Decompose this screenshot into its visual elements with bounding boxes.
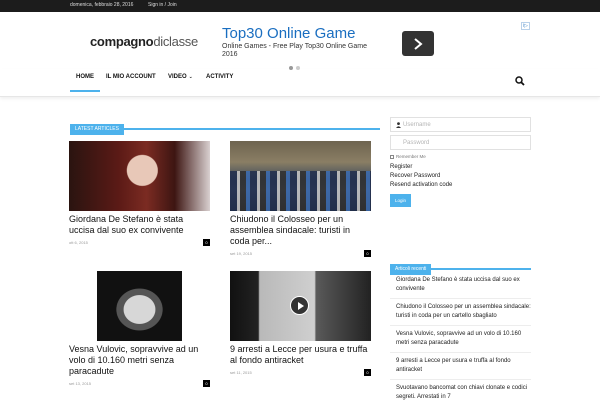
article-card: 9 arresti a Lecce per usura e truffa al …: [230, 271, 371, 376]
list-item[interactable]: 9 arresti a Lecce per usura e truffa al …: [390, 357, 531, 380]
remember-label: Remember Me: [396, 154, 426, 159]
article-date: set 13, 2015: [69, 381, 92, 386]
password-placeholder: Password: [403, 140, 430, 146]
site-logo[interactable]: compagnodiclasse: [90, 34, 198, 49]
recent-articles-heading: Articoli recenti: [390, 257, 531, 275]
chevron-down-icon: ⌄: [188, 74, 193, 80]
article-card: Chiudono il Colosseo per un assemblea si…: [230, 141, 371, 257]
article-thumbnail[interactable]: [230, 141, 371, 211]
ad-go-button[interactable]: [402, 31, 434, 56]
article-thumbnail[interactable]: [69, 141, 210, 211]
thumbnail-crowd: [230, 171, 371, 211]
article-title[interactable]: Vesna Vulovic, sopravvive ad un volo di …: [69, 344, 210, 377]
comment-count[interactable]: 0: [364, 250, 371, 257]
recent-articles-title: Articoli recenti: [390, 264, 432, 275]
recent-articles-list: Giordana De Stefano è stata uccisa dal s…: [390, 276, 531, 400]
play-icon[interactable]: [290, 296, 309, 315]
article-date: set 19, 2015: [230, 251, 253, 256]
comment-count[interactable]: 0: [203, 239, 210, 246]
nav-activity[interactable]: ACTIVITY: [206, 74, 233, 80]
comment-count[interactable]: 0: [203, 380, 210, 387]
article-title[interactable]: Chiudono il Colosseo per un assemblea si…: [230, 214, 371, 247]
current-date: domenica, febbraio 28, 2016: [70, 2, 134, 8]
login-widget: Username Password Remember Me Register R…: [390, 117, 531, 207]
header-ad[interactable]: i▷ Top30 Online Game Online Games - Free…: [220, 22, 530, 70]
main-nav: HOME IL MIO ACCOUNT VIDEO ⌄ ACTIVITY: [0, 69, 600, 97]
remember-checkbox[interactable]: [390, 154, 394, 159]
list-item[interactable]: Giordana De Stefano è stata uccisa dal s…: [390, 276, 531, 299]
comment-count[interactable]: 0: [364, 369, 371, 376]
logo-part-2: diclasse: [153, 34, 198, 49]
ad-description-line-2: 2016: [222, 51, 238, 58]
ad-choices-badge[interactable]: i▷: [521, 22, 530, 30]
list-item[interactable]: Vesna Vulovic, sopravvive ad un volo di …: [390, 330, 531, 353]
nav-home[interactable]: HOME: [70, 74, 100, 92]
recover-password-link[interactable]: Recover Password: [390, 172, 531, 181]
article-thumbnail[interactable]: [230, 271, 371, 341]
article-card: Vesna Vulovic, sopravvive ad un volo di …: [69, 271, 210, 387]
register-link[interactable]: Register: [390, 163, 531, 172]
top-bar: domenica, febbraio 28, 2016 Sign in / Jo…: [0, 0, 600, 12]
remember-me[interactable]: Remember Me: [390, 154, 531, 159]
article-date: set 11, 2015: [230, 370, 252, 375]
sign-in-link[interactable]: Sign in / Join: [148, 2, 177, 8]
article-thumbnail[interactable]: [69, 271, 210, 341]
article-card: Giordana De Stefano è stata uccisa dal s…: [69, 141, 210, 246]
thumbnail-portrait: [97, 271, 182, 341]
list-item[interactable]: Chiudono il Colosseo per un assemblea si…: [390, 303, 531, 326]
latest-articles-heading: LATEST ARTICLES: [70, 117, 380, 135]
search-icon[interactable]: [515, 76, 525, 86]
nav-video-label: VIDEO: [168, 74, 187, 80]
ad-description: Online Games - Free Play Top30 Online Ga…: [222, 43, 367, 50]
nav-my-account[interactable]: IL MIO ACCOUNT: [106, 74, 156, 80]
ad-title[interactable]: Top30 Online Game: [222, 25, 355, 42]
resend-activation-link[interactable]: Resend activation code: [390, 181, 531, 190]
recent-articles-widget: Articoli recenti Giordana De Stefano è s…: [390, 257, 531, 400]
username-placeholder: Username: [403, 122, 431, 128]
article-title[interactable]: 9 arresti a Lecce per usura e truffa al …: [230, 344, 371, 366]
login-button[interactable]: Login: [390, 194, 411, 207]
logo-part-1: compagno: [90, 34, 154, 49]
username-input[interactable]: Username: [390, 117, 531, 132]
latest-articles-title: LATEST ARTICLES: [70, 124, 124, 135]
chevron-right-icon: [414, 38, 423, 50]
nav-video[interactable]: VIDEO ⌄: [168, 74, 193, 80]
list-item[interactable]: Svuotavano bancomat con chiavi clonate e…: [390, 384, 531, 400]
article-date: ott 6, 2015: [69, 240, 88, 245]
article-title[interactable]: Giordana De Stefano è stata uccisa dal s…: [69, 214, 210, 236]
user-icon: [396, 122, 401, 128]
password-input[interactable]: Password: [390, 135, 531, 150]
login-links: Register Recover Password Resend activat…: [390, 163, 531, 190]
